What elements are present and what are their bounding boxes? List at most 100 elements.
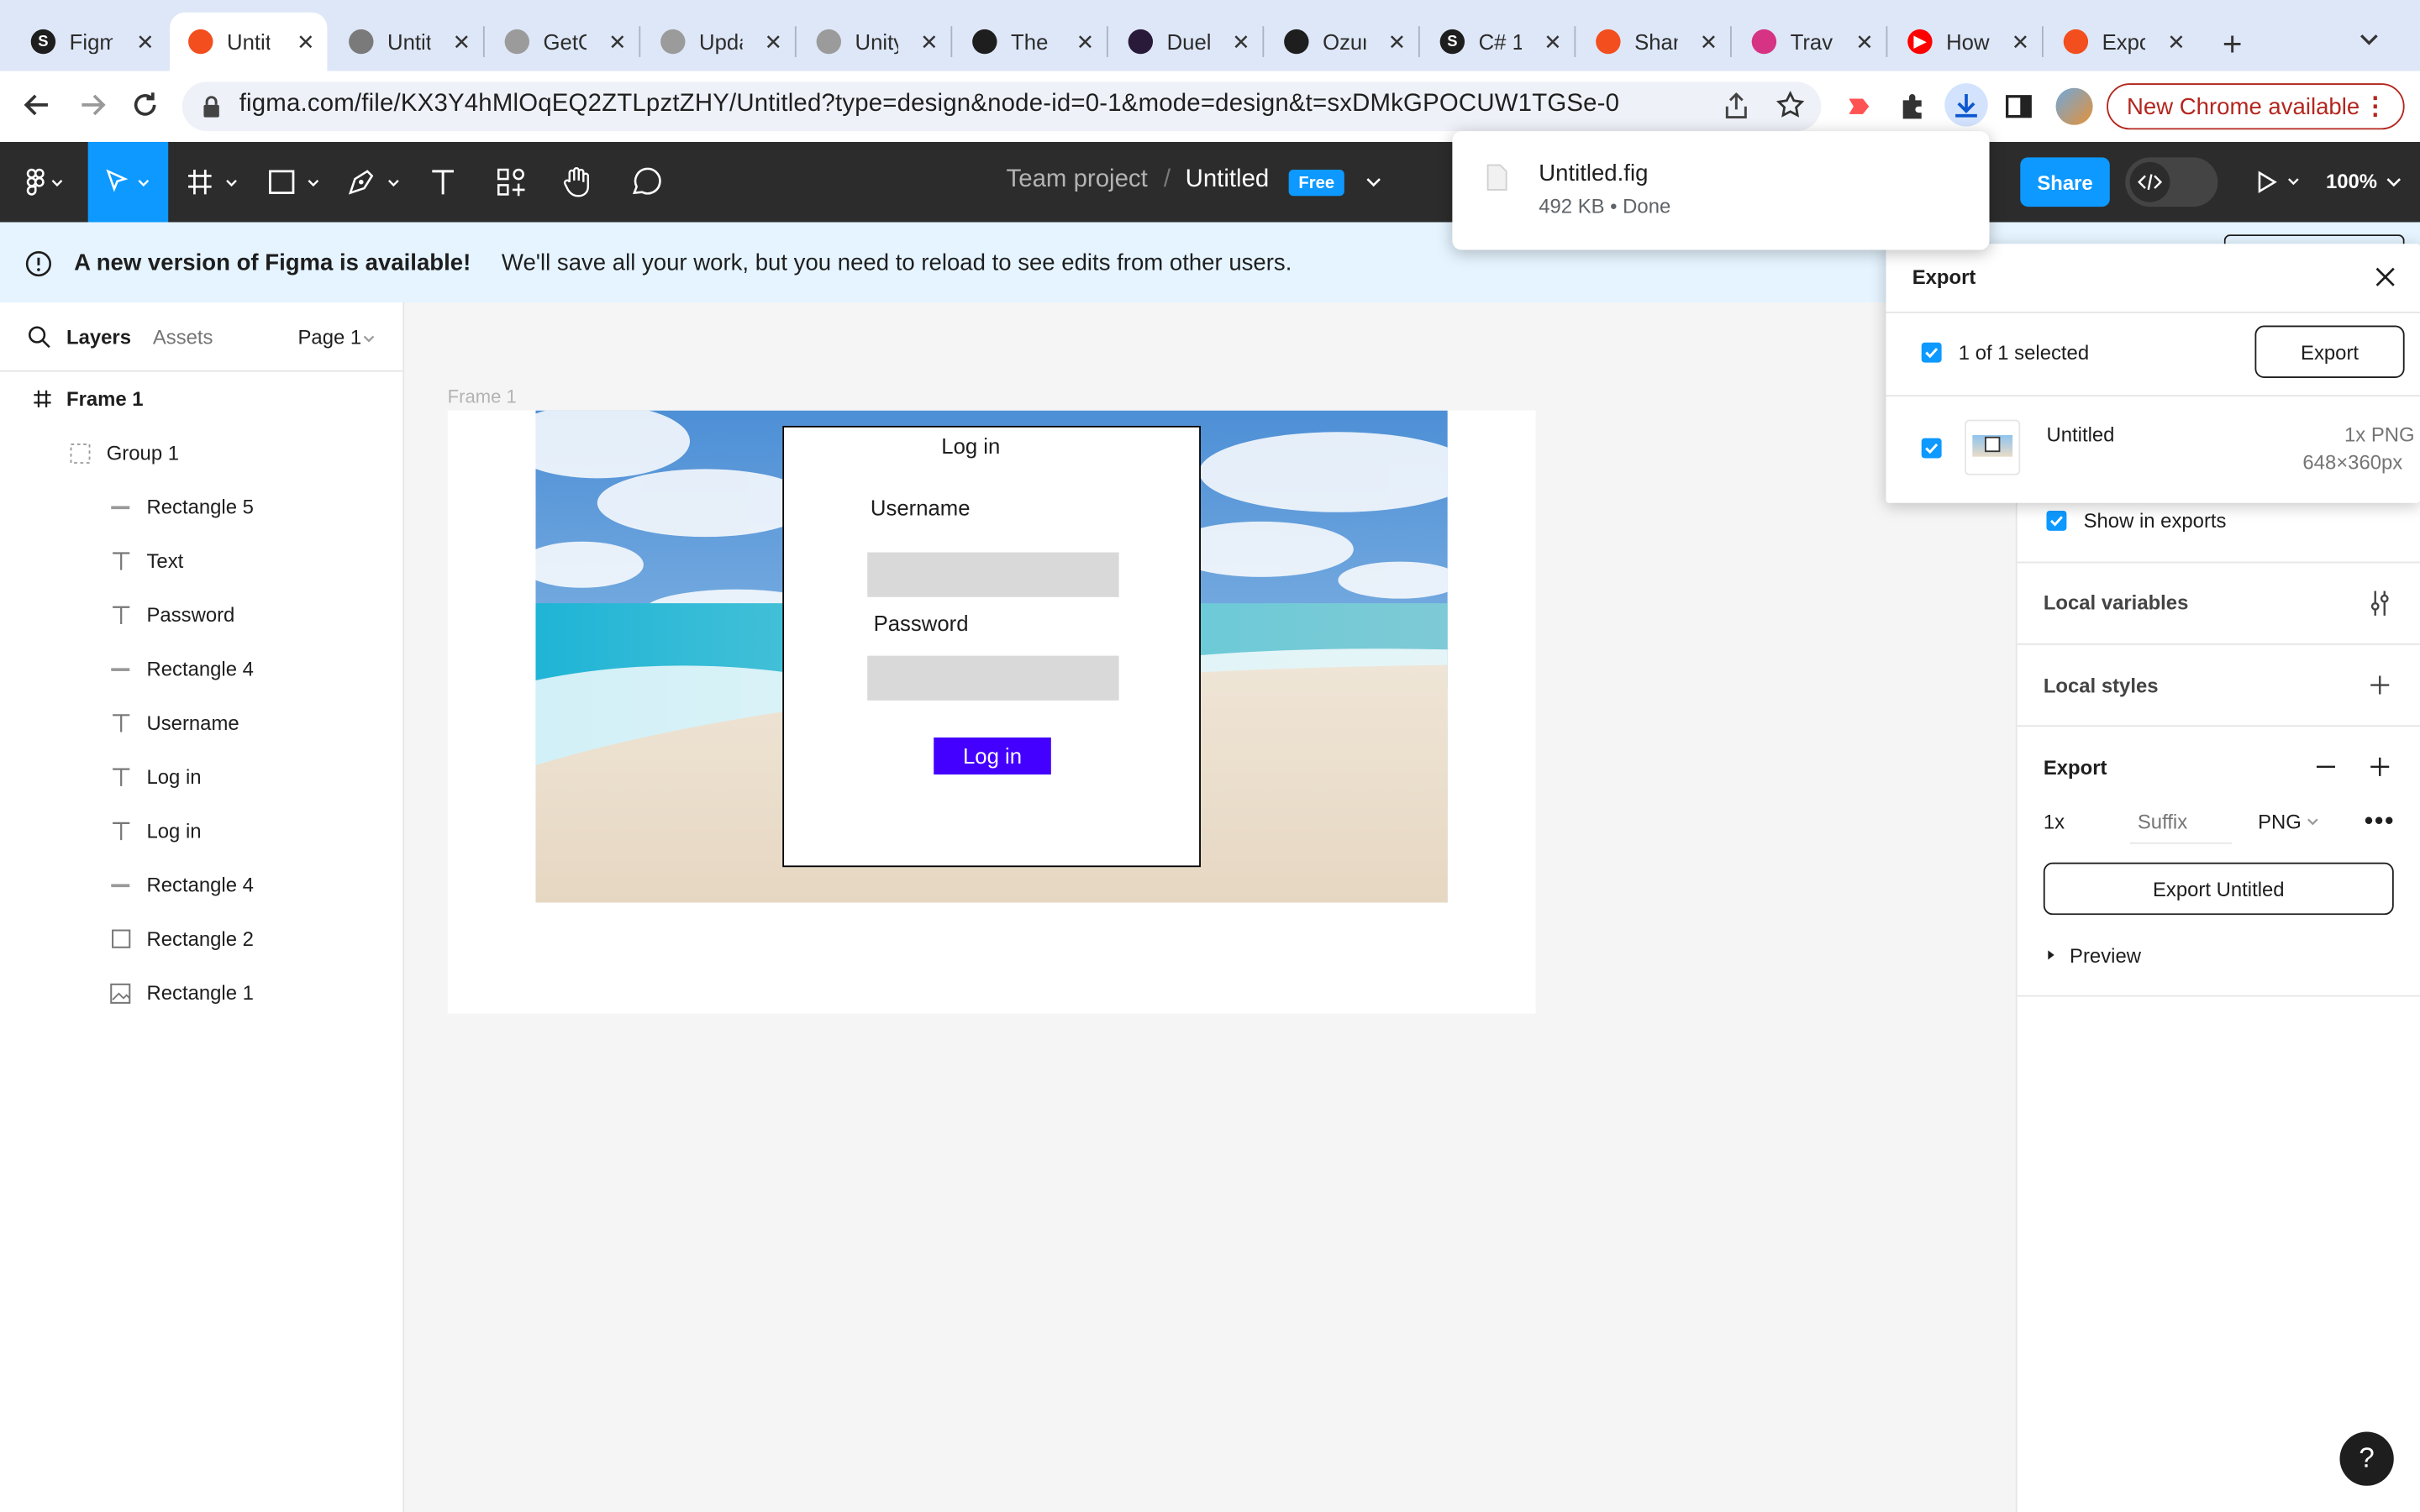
shape-tool-button[interactable] — [262, 142, 327, 223]
browser-tab[interactable]: Ozur ✕ — [1265, 13, 1418, 71]
team-project-breadcrumb[interactable]: Team project — [1007, 166, 1148, 194]
browser-tab[interactable]: S C# 1 ✕ — [1422, 13, 1575, 71]
tab-layers[interactable]: Layers — [66, 326, 131, 349]
move-tool-button[interactable] — [87, 141, 169, 223]
layer-row[interactable]: Rectangle 4 — [0, 642, 402, 696]
side-panel-icon[interactable] — [2005, 92, 2033, 120]
layer-row[interactable]: Username — [0, 696, 402, 749]
extensions-puzzle-icon[interactable] — [1897, 91, 1928, 122]
url-text[interactable]: figma.com/file/KX3Y4hMlOqEQ2ZTLpztZHY/Un… — [239, 91, 1619, 118]
file-menu-chevron-icon[interactable] — [1365, 173, 1383, 192]
browser-tab[interactable]: GetOrder ✕ — [487, 13, 639, 71]
close-icon[interactable] — [2374, 265, 2397, 289]
tab-close-icon[interactable]: ✕ — [608, 29, 627, 55]
tab-close-icon[interactable]: ✕ — [453, 29, 471, 55]
password-input[interactable] — [867, 655, 1119, 701]
tab-close-icon[interactable]: ✕ — [1076, 29, 1095, 55]
browser-tab[interactable]: Untitled ✕ — [330, 13, 483, 71]
zoom-chevron-icon[interactable] — [2385, 173, 2403, 192]
layer-row[interactable]: Log in — [0, 804, 402, 858]
format-chevron-icon[interactable] — [2306, 815, 2320, 829]
export-format-select[interactable]: PNG — [2258, 810, 2302, 833]
select-all-checkbox[interactable] — [1921, 342, 1942, 363]
bookmark-star-icon[interactable] — [1776, 91, 1805, 118]
layer-row[interactable]: Rectangle 2 — [0, 912, 402, 966]
browser-tab[interactable]: Export ✕ — [2045, 13, 2198, 71]
tab-close-icon[interactable]: ✕ — [1544, 29, 1562, 55]
frame-tool-button[interactable] — [182, 142, 247, 223]
back-icon[interactable] — [22, 90, 53, 121]
preview-toggle[interactable]: Preview — [2070, 944, 2141, 968]
layer-row[interactable]: Rectangle 4 — [0, 858, 402, 911]
reload-icon[interactable] — [129, 90, 160, 121]
figma-main-menu-button[interactable] — [15, 142, 71, 223]
forward-icon[interactable] — [77, 90, 108, 121]
resources-tool-button[interactable] — [491, 142, 531, 223]
download-bubble[interactable] — [1452, 131, 1990, 250]
help-button[interactable]: ? — [2339, 1431, 2394, 1486]
extension-icon[interactable] — [1844, 92, 1872, 120]
browser-tab[interactable]: S Figma ✕ — [13, 13, 167, 71]
browser-tab[interactable]: Share ✕ — [1577, 13, 1730, 71]
pen-tool-button[interactable] — [343, 142, 408, 223]
show-in-exports-checkbox[interactable] — [2046, 510, 2067, 531]
tab-close-icon[interactable]: ✕ — [920, 29, 939, 55]
hand-tool-button[interactable] — [557, 142, 597, 223]
browser-tab[interactable]: Duel ✕ — [1110, 13, 1263, 71]
login-button[interactable]: Log in — [934, 737, 1051, 775]
tab-search-chevron-icon[interactable] — [2359, 28, 2381, 50]
page-chevron-icon[interactable] — [361, 330, 376, 345]
comment-tool-button[interactable] — [625, 142, 666, 223]
new-tab-button[interactable]: + — [2223, 24, 2243, 65]
tab-assets[interactable]: Assets — [153, 326, 213, 349]
layer-row[interactable]: Rectangle 5 — [0, 480, 402, 533]
export-untitled-button[interactable]: Export Untitled — [2043, 862, 2394, 916]
browser-tab[interactable]: Unity ✕ — [798, 13, 951, 71]
tab-close-icon[interactable]: ✕ — [136, 29, 155, 55]
layer-row[interactable]: Group 1 — [0, 426, 402, 480]
export-suffix-input[interactable] — [2129, 801, 2232, 844]
layer-row[interactable]: Rectangle 1 — [0, 966, 402, 1020]
frame-label[interactable]: Frame 1 — [448, 386, 517, 407]
username-input[interactable] — [867, 552, 1119, 597]
browser-tab[interactable]: Untitled ✕ — [170, 12, 328, 71]
layer-row[interactable]: Password — [0, 588, 402, 642]
tab-close-icon[interactable]: ✕ — [1388, 29, 1407, 55]
preview-caret-icon[interactable] — [2045, 949, 2058, 962]
text-tool-button[interactable] — [423, 142, 463, 223]
file-name[interactable]: Untitled — [1186, 166, 1270, 194]
download-filename[interactable]: Untitled.fig — [1539, 160, 1648, 186]
browser-tab[interactable]: ▶ How ✕ — [1889, 13, 2042, 71]
tab-close-icon[interactable]: ✕ — [765, 29, 783, 55]
share-button[interactable]: Share — [2020, 157, 2110, 207]
tab-close-icon[interactable]: ✕ — [2167, 29, 2186, 55]
browser-tab[interactable]: The ✕ — [954, 13, 1107, 71]
present-play-icon[interactable] — [2254, 170, 2301, 194]
export-button[interactable]: Export — [2254, 325, 2405, 378]
add-style-plus-icon[interactable] — [2369, 675, 2391, 696]
variables-settings-icon[interactable] — [2368, 590, 2392, 617]
dev-mode-toggle[interactable] — [2125, 157, 2218, 207]
layer-row[interactable]: Frame 1 — [0, 372, 402, 426]
more-options-icon[interactable]: ••• — [2365, 808, 2395, 836]
export-scale[interactable]: 1x — [2044, 810, 2065, 833]
add-export-plus-icon[interactable] — [2369, 756, 2391, 778]
layer-row[interactable]: Text — [0, 534, 402, 588]
new-chrome-available-button[interactable]: New Chrome available ⋮ — [2107, 83, 2405, 130]
download-button[interactable] — [1944, 83, 1988, 127]
tab-close-icon[interactable]: ✕ — [297, 29, 315, 55]
share-page-icon[interactable] — [1724, 92, 1749, 120]
tab-close-icon[interactable]: ✕ — [1232, 29, 1250, 55]
page-selector[interactable]: Page 1 — [297, 326, 361, 349]
zoom-level[interactable]: 100% — [2326, 170, 2377, 193]
tab-close-icon[interactable]: ✕ — [2012, 29, 2030, 55]
browser-tab[interactable]: Update ✕ — [642, 13, 795, 71]
export-item-checkbox[interactable] — [1921, 438, 1942, 459]
profile-avatar[interactable] — [2055, 87, 2093, 125]
tab-close-icon[interactable]: ✕ — [1855, 29, 1874, 55]
browser-tab[interactable]: Travel ✕ — [1733, 13, 1886, 71]
lock-icon[interactable] — [203, 94, 221, 118]
remove-export-minus-icon[interactable] — [2315, 756, 2337, 778]
tab-close-icon[interactable]: ✕ — [1700, 29, 1718, 55]
search-icon[interactable] — [28, 326, 51, 349]
